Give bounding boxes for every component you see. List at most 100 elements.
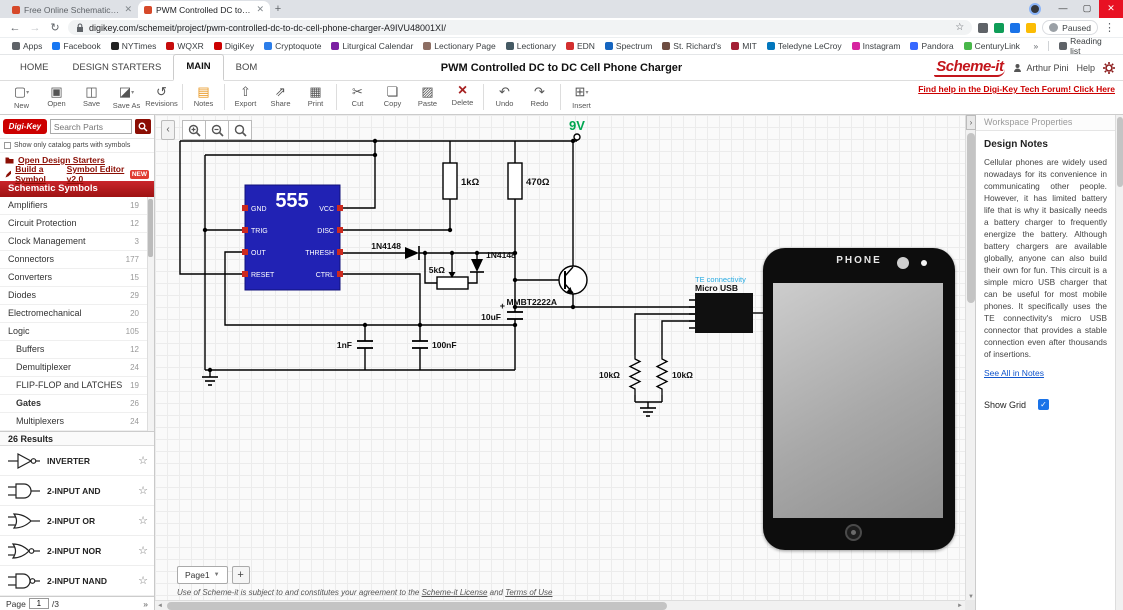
paste-button[interactable]: ▨Paste: [410, 83, 445, 108]
minimize-button[interactable]: —: [1051, 0, 1075, 18]
delete-button[interactable]: ×Delete: [445, 83, 480, 107]
revisions-button[interactable]: ↺Revisions: [144, 83, 179, 108]
bookmark-item[interactable]: Lectionary: [502, 41, 560, 51]
bookmark-item[interactable]: Facebook: [48, 41, 104, 51]
ic-555-timer[interactable]: 555 GND TRIG OUT RESET VCC DISC T: [242, 185, 343, 290]
user-menu[interactable]: Arthur Pini: [1013, 63, 1068, 73]
capacitor-c2[interactable]: 100nF: [412, 340, 457, 350]
profile-avatar-icon[interactable]: [1029, 3, 1041, 15]
category-buffers[interactable]: Buffers12: [0, 341, 147, 359]
result-2-input-and[interactable]: 2-INPUT AND ☆: [0, 476, 154, 506]
notes-button[interactable]: ▤Notes: [186, 83, 221, 108]
reading-list-button[interactable]: Reading list: [1055, 36, 1115, 56]
help-menu[interactable]: Help: [1076, 63, 1095, 73]
panel-scrollbar[interactable]: [1115, 115, 1123, 610]
save-button[interactable]: ◫Save: [74, 83, 109, 108]
show-grid-checkbox[interactable]: ✓: [1038, 399, 1049, 410]
bookmark-item[interactable]: DigiKey: [210, 41, 258, 51]
zoom-out-button[interactable]: [205, 120, 229, 140]
bookmark-item[interactable]: Spectrum: [601, 41, 656, 51]
bookmark-item[interactable]: MIT: [727, 41, 761, 51]
ground-symbol[interactable]: [202, 377, 218, 385]
page-tab[interactable]: Page1 ▼: [177, 566, 228, 584]
chrome-menu-icon[interactable]: ⋮: [1104, 21, 1115, 34]
favorite-star-icon[interactable]: ☆: [138, 574, 148, 587]
category-clock-management[interactable]: Clock Management3: [0, 233, 147, 251]
sidebar-scrollbar-thumb[interactable]: [148, 199, 153, 257]
close-button[interactable]: ✕: [1099, 0, 1123, 18]
canvas-vertical-scrollbar[interactable]: › ▼: [965, 115, 975, 600]
category-multiplexers[interactable]: Multiplexers24: [0, 413, 147, 431]
tab-bom[interactable]: BOM: [224, 56, 270, 80]
settings-gear-icon[interactable]: [1103, 62, 1115, 74]
schematic-canvas[interactable]: 9V 555 GND TRIG: [155, 115, 965, 600]
bookmark-item[interactable]: WQXR: [162, 41, 207, 51]
extension-icon[interactable]: [994, 23, 1004, 33]
bookmark-item[interactable]: Lectionary Page: [419, 41, 499, 51]
license-link[interactable]: Scheme-it License: [422, 588, 488, 597]
category-logic[interactable]: Logic105: [0, 323, 147, 341]
category-gates[interactable]: Gates26: [0, 395, 147, 413]
favorite-star-icon[interactable]: ☆: [138, 484, 148, 497]
tab-home[interactable]: HOME: [8, 56, 61, 80]
new-tab-button[interactable]: +: [270, 2, 286, 18]
open-button[interactable]: ▣Open: [39, 83, 74, 108]
catalog-filter-checkbox[interactable]: [4, 142, 11, 149]
favorite-star-icon[interactable]: ☆: [138, 544, 148, 557]
sync-paused-badge[interactable]: Paused: [1042, 20, 1098, 35]
tab-close-icon[interactable]: ✕: [124, 4, 132, 15]
micro-usb-connector[interactable]: TE connectivity Micro USB: [689, 275, 753, 333]
zoom-in-button[interactable]: [182, 120, 206, 140]
power-supply-9v[interactable]: 9V: [569, 118, 585, 141]
collapse-panel-button[interactable]: ›: [966, 115, 976, 130]
result-2-input-nand[interactable]: 2-INPUT NAND ☆: [0, 566, 154, 596]
bookmark-star-icon[interactable]: ☆: [955, 22, 964, 33]
bookmark-item[interactable]: MATLAB train: [1026, 41, 1028, 51]
tab-close-icon[interactable]: ✕: [256, 4, 264, 15]
category-flip-flop-latches[interactable]: FLIP-FLOP and LATCHES19: [0, 377, 147, 395]
maximize-button[interactable]: ▢: [1075, 0, 1099, 18]
result-inverter[interactable]: INVERTER ☆: [0, 446, 154, 476]
bookmark-item[interactable]: CenturyLink: [960, 41, 1024, 51]
resistor-r1[interactable]: 1kΩ: [443, 163, 480, 199]
category-circuit-protection[interactable]: Circuit Protection12: [0, 215, 147, 233]
omnibox[interactable]: digikey.com/schemeit/project/pwm-control…: [68, 20, 972, 35]
bookmarks-overflow-button[interactable]: »: [1029, 41, 1042, 51]
bookmark-item[interactable]: Instagram: [848, 41, 905, 51]
bookmark-item[interactable]: St. Richard's: [658, 41, 725, 51]
category-amplifiers[interactable]: Amplifiers19: [0, 197, 147, 215]
transistor-q1[interactable]: MMBT2222A: [506, 266, 587, 307]
page-number-input[interactable]: [29, 598, 49, 609]
export-button[interactable]: ⇧Export: [228, 83, 263, 108]
horizontal-scroll-thumb[interactable]: [167, 602, 667, 610]
favorite-star-icon[interactable]: ☆: [138, 454, 148, 467]
bookmark-item[interactable]: Teledyne LeCroy: [763, 41, 846, 51]
tech-forum-help-link[interactable]: Find help in the Digi-Key Tech Forum! Cl…: [918, 84, 1115, 94]
bookmark-item[interactable]: Liturgical Calendar: [327, 41, 417, 51]
insert-button[interactable]: ⊞▾Insert: [564, 83, 599, 110]
save-as-button[interactable]: ◪▾Save As: [109, 83, 144, 110]
vertical-scroll-thumb[interactable]: [967, 133, 975, 303]
zoom-fit-button[interactable]: [228, 120, 252, 140]
extension-icon[interactable]: [1010, 23, 1020, 33]
potentiometer-5k[interactable]: 5kΩ: [429, 265, 468, 289]
capacitor-c1[interactable]: 1nF: [337, 340, 373, 350]
back-icon[interactable]: ←: [8, 22, 22, 34]
undo-button[interactable]: ↶Undo: [487, 83, 522, 108]
print-button[interactable]: ▦Print: [298, 83, 333, 108]
extension-icon[interactable]: [978, 23, 988, 33]
reload-icon[interactable]: ↻: [48, 21, 62, 34]
redo-button[interactable]: ↷Redo: [522, 83, 557, 108]
extension-icon[interactable]: [1026, 23, 1036, 33]
scroll-left-icon[interactable]: ◄: [155, 601, 165, 610]
category-diodes[interactable]: Diodes29: [0, 287, 147, 305]
tab-design-starters[interactable]: DESIGN STARTERS: [61, 56, 174, 80]
cut-button[interactable]: ✂Cut: [340, 83, 375, 108]
sidebar-scrollbar[interactable]: [147, 197, 154, 431]
see-all-notes-link[interactable]: See All in Notes: [984, 368, 1044, 378]
scroll-right-icon[interactable]: ►: [955, 601, 965, 610]
category-converters[interactable]: Converters15: [0, 269, 147, 287]
search-button[interactable]: [135, 119, 151, 134]
category-connectors[interactable]: Connectors177: [0, 251, 147, 269]
category-electromechanical[interactable]: Electromechanical20: [0, 305, 147, 323]
